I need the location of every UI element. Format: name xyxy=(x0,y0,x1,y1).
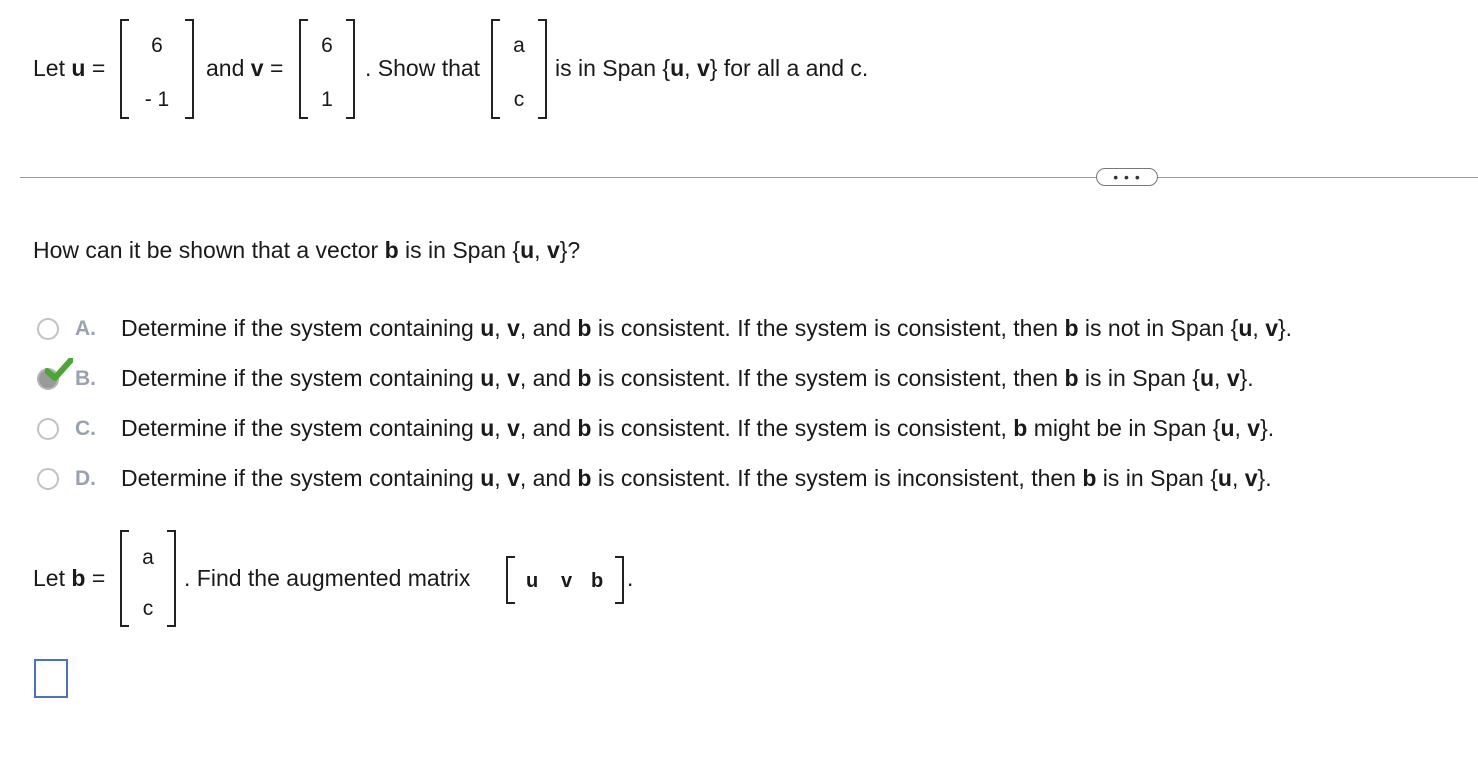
more-options-button[interactable]: • • • xyxy=(1096,168,1158,186)
option-a-text[interactable]: Determine if the system containing u, v,… xyxy=(121,317,1292,340)
v-entry-2: 1 xyxy=(321,88,333,111)
target-matrix: a c xyxy=(491,19,547,119)
augmented-matrix: u v b xyxy=(506,556,624,604)
u-matrix: 6 - 1 xyxy=(120,19,194,119)
b-entry-2: c xyxy=(142,597,154,620)
part2-end: . xyxy=(627,565,634,591)
option-b-radio[interactable] xyxy=(37,358,73,390)
v-matrix: 6 1 xyxy=(299,19,355,119)
option-c-text[interactable]: Determine if the system containing u, v,… xyxy=(121,417,1274,440)
u-entry-1: 6 xyxy=(151,34,163,57)
aug-u: u xyxy=(526,570,539,592)
target-entry-1: a xyxy=(513,34,525,57)
option-a-radio[interactable] xyxy=(37,318,59,340)
aug-v: v xyxy=(561,570,573,592)
option-d-radio[interactable] xyxy=(37,468,59,490)
problem-show-that: . Show that xyxy=(365,55,481,81)
part2-find: . Find the augmented matrix xyxy=(184,565,471,591)
option-a-letter: A. xyxy=(75,317,96,340)
option-b-text[interactable]: Determine if the system containing u, v,… xyxy=(121,367,1254,390)
option-c-radio[interactable] xyxy=(37,418,59,440)
v-entry-1: 6 xyxy=(321,34,333,57)
option-b-letter: B. xyxy=(75,367,96,390)
problem-let: Let u = xyxy=(33,55,106,81)
checkmark-icon xyxy=(45,358,73,381)
problem-and: and v = xyxy=(206,55,284,81)
question-text: How can it be shown that a vector b is i… xyxy=(33,237,581,263)
problem-tail: is in Span {u, v} for all a and c. xyxy=(555,55,869,81)
target-entry-2: c xyxy=(513,88,525,111)
aug-b: b xyxy=(591,570,604,592)
answer-input-box[interactable] xyxy=(34,659,68,698)
option-d-text[interactable]: Determine if the system containing u, v,… xyxy=(121,467,1272,490)
section-divider xyxy=(20,177,1478,178)
b-entry-1: a xyxy=(142,546,154,569)
option-d-letter: D. xyxy=(75,467,96,490)
part2-let: Let b = xyxy=(33,565,106,591)
b-matrix: a c xyxy=(120,530,176,627)
u-entry-2: - 1 xyxy=(144,88,170,111)
option-c-letter: C. xyxy=(75,417,96,440)
